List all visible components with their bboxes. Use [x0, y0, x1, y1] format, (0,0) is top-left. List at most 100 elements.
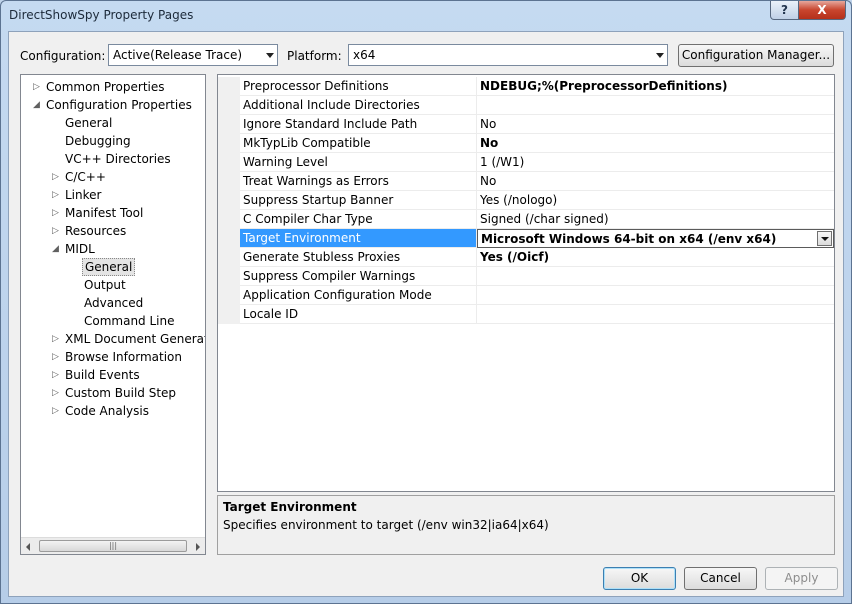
tree-item[interactable]: ◢ MIDL — [21, 240, 205, 258]
property-value[interactable]: No — [477, 172, 834, 191]
property-grid[interactable]: Preprocessor Definitions NDEBUG;%(Preproc… — [217, 74, 835, 492]
property-value-text: No — [480, 117, 497, 131]
property-name[interactable]: Target Environment — [240, 229, 477, 248]
row-margin — [218, 267, 240, 286]
platform-dropdown[interactable]: x64 — [348, 44, 668, 66]
property-row[interactable]: Preprocessor Definitions NDEBUG;%(Preproc… — [218, 77, 834, 96]
description-title: Target Environment — [223, 500, 357, 514]
scroll-thumb[interactable]: ||| — [39, 540, 187, 552]
property-value[interactable] — [477, 286, 834, 305]
property-name[interactable]: Warning Level — [240, 153, 477, 172]
property-value[interactable]: No — [477, 134, 834, 153]
row-margin — [218, 96, 240, 115]
chevron-down-icon[interactable] — [817, 231, 832, 246]
cancel-button[interactable]: Cancel — [684, 567, 757, 590]
tree-item[interactable]: ▷ C/C++ — [21, 168, 205, 186]
tree-item-label: C/C++ — [65, 170, 106, 184]
scroll-left-icon[interactable] — [26, 543, 30, 551]
expand-icon[interactable]: ▷ — [52, 384, 62, 402]
property-value[interactable] — [477, 305, 834, 324]
tree-item[interactable]: ▷ Build Events — [21, 366, 205, 384]
property-row[interactable]: MkTypLib Compatible No — [218, 134, 834, 153]
property-value[interactable]: Microsoft Windows 64-bit on x64 (/env x6… — [477, 229, 834, 248]
property-value[interactable]: Yes (/nologo) — [477, 191, 834, 210]
row-margin — [218, 191, 240, 210]
property-value[interactable]: NDEBUG;%(PreprocessorDefinitions) — [477, 77, 834, 96]
property-name[interactable]: Preprocessor Definitions — [240, 77, 477, 96]
row-margin — [218, 153, 240, 172]
expand-icon[interactable]: ▷ — [52, 366, 62, 384]
property-row[interactable]: Warning Level 1 (/W1) — [218, 153, 834, 172]
tree-item[interactable]: ▷ Resources — [21, 222, 205, 240]
scroll-right-icon[interactable] — [196, 543, 200, 551]
property-name[interactable]: Suppress Startup Banner — [240, 191, 477, 210]
expand-icon[interactable]: ▷ — [52, 348, 62, 366]
tree-item[interactable]: VC++ Directories — [21, 150, 205, 168]
tree-item[interactable]: General — [21, 258, 205, 276]
property-row[interactable]: Suppress Compiler Warnings — [218, 267, 834, 286]
property-value-text: Yes (/Oicf) — [480, 250, 550, 264]
platform-value: x64 — [353, 48, 376, 62]
expand-icon[interactable]: ▷ — [52, 204, 62, 222]
tree-item[interactable]: ▷ Custom Build Step — [21, 384, 205, 402]
property-row[interactable]: Application Configuration Mode — [218, 286, 834, 305]
tree-item[interactable]: ▷ XML Document Generator — [21, 330, 205, 348]
apply-button[interactable]: Apply — [765, 567, 838, 590]
tree-item[interactable]: ◢ Configuration Properties — [21, 96, 205, 114]
property-name[interactable]: Application Configuration Mode — [240, 286, 477, 305]
title-bar[interactable]: DirectShowSpy Property Pages ? X — [1, 1, 851, 31]
row-margin — [218, 286, 240, 305]
property-name[interactable]: Locale ID — [240, 305, 477, 324]
tree-item[interactable]: ▷ Common Properties — [21, 78, 205, 96]
row-margin — [218, 210, 240, 229]
tree-item[interactable]: ▷ Manifest Tool — [21, 204, 205, 222]
tree-item[interactable]: Advanced — [21, 294, 205, 312]
tree-item[interactable]: Command Line — [21, 312, 205, 330]
tree-horizontal-scrollbar[interactable]: ||| — [21, 537, 205, 554]
expand-icon[interactable]: ▷ — [33, 78, 43, 96]
close-icon: X — [817, 3, 827, 17]
property-row[interactable]: Additional Include Directories — [218, 96, 834, 115]
tree-item[interactable]: Output — [21, 276, 205, 294]
property-name[interactable]: MkTypLib Compatible — [240, 134, 477, 153]
property-row[interactable]: Suppress Startup Banner Yes (/nologo) — [218, 191, 834, 210]
property-name[interactable]: Treat Warnings as Errors — [240, 172, 477, 191]
configuration-manager-button[interactable]: Configuration Manager... — [678, 44, 834, 67]
row-margin — [218, 115, 240, 134]
property-value[interactable] — [477, 96, 834, 115]
tree-item[interactable]: ▷ Code Analysis — [21, 402, 205, 420]
expand-icon[interactable]: ▷ — [52, 402, 62, 420]
property-name[interactable]: Ignore Standard Include Path — [240, 115, 477, 134]
expand-icon[interactable]: ▷ — [52, 330, 62, 348]
property-name[interactable]: C Compiler Char Type — [240, 210, 477, 229]
property-name[interactable]: Additional Include Directories — [240, 96, 477, 115]
property-value[interactable]: Yes (/Oicf) — [477, 248, 834, 267]
property-name[interactable]: Generate Stubless Proxies — [240, 248, 477, 267]
property-row[interactable]: C Compiler Char Type Signed (/char signed… — [218, 210, 834, 229]
property-row[interactable]: Locale ID — [218, 305, 834, 324]
tree-item[interactable]: ▷ Linker — [21, 186, 205, 204]
expand-icon[interactable]: ▷ — [52, 168, 62, 186]
property-row[interactable]: Generate Stubless Proxies Yes (/Oicf) — [218, 248, 834, 267]
help-button[interactable]: ? — [770, 1, 799, 20]
property-name[interactable]: Suppress Compiler Warnings — [240, 267, 477, 286]
property-value[interactable]: Signed (/char signed) — [477, 210, 834, 229]
collapse-icon[interactable]: ◢ — [33, 96, 43, 114]
tree-item[interactable]: ▷ Browse Information — [21, 348, 205, 366]
tree-item[interactable]: General — [21, 114, 205, 132]
configuration-dropdown[interactable]: Active(Release Trace) — [108, 44, 278, 66]
close-button[interactable]: X — [798, 1, 846, 20]
collapse-icon[interactable]: ◢ — [52, 240, 62, 258]
property-row[interactable]: Target Environment Microsoft Windows 64-b… — [218, 229, 834, 248]
property-row[interactable]: Treat Warnings as Errors No — [218, 172, 834, 191]
property-value[interactable]: 1 (/W1) — [477, 153, 834, 172]
property-value[interactable] — [477, 267, 834, 286]
tree-item-label: VC++ Directories — [65, 152, 171, 166]
tree-item[interactable]: Debugging — [21, 132, 205, 150]
property-value[interactable]: No — [477, 115, 834, 134]
ok-button[interactable]: OK — [603, 567, 676, 590]
expand-icon[interactable]: ▷ — [52, 186, 62, 204]
property-tree[interactable]: ▷ Common Properties ◢ Configuration Propert… — [20, 74, 206, 555]
expand-icon[interactable]: ▷ — [52, 222, 62, 240]
property-row[interactable]: Ignore Standard Include Path No — [218, 115, 834, 134]
